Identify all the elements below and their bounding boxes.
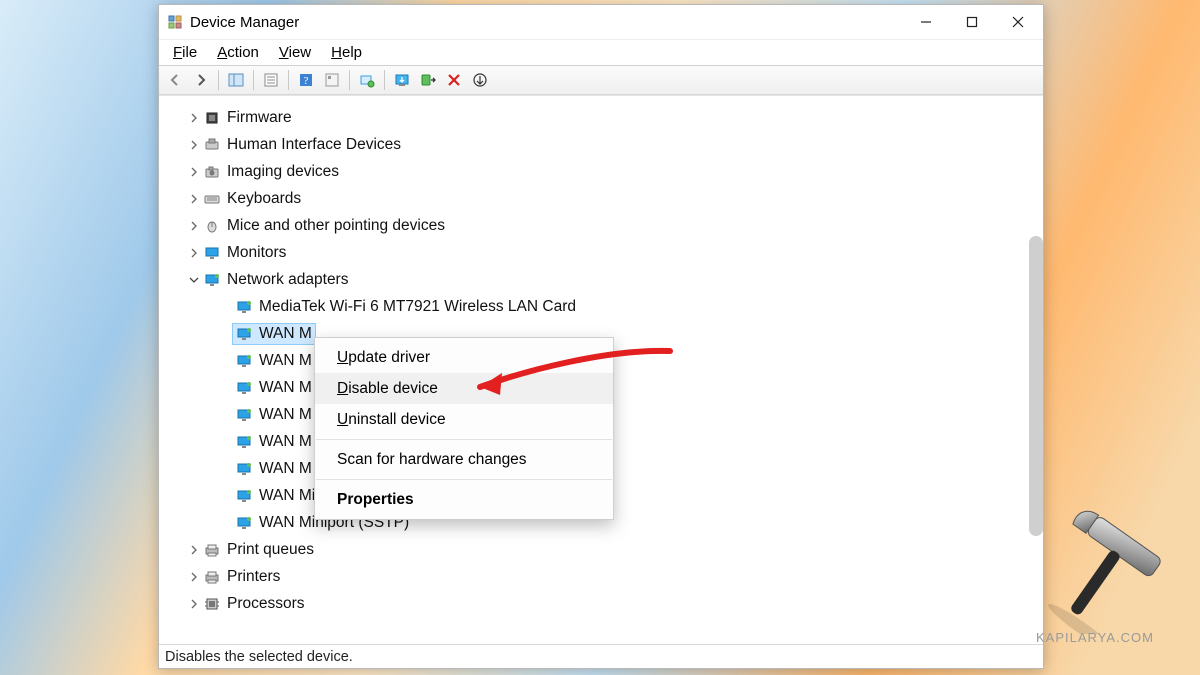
toolbar-separator [384, 70, 385, 90]
tree-label: Firmware [227, 109, 292, 127]
context-menu-uninstall-device[interactable]: Uninstall device [315, 404, 613, 435]
minimize-button[interactable] [903, 5, 949, 39]
tree-label: WAN M [259, 325, 312, 343]
context-menu-update-driver[interactable]: Update driver [315, 342, 613, 373]
tree-category-mice[interactable]: Mice and other pointing devices [163, 212, 1043, 239]
menu-view[interactable]: View [269, 42, 321, 63]
chevron-right-icon[interactable] [187, 138, 201, 152]
mouse-icon [203, 217, 221, 235]
toolbar-separator [253, 70, 254, 90]
menu-help[interactable]: Help [321, 42, 372, 63]
tree-category-hid[interactable]: Human Interface Devices [163, 131, 1043, 158]
tree-category-printers[interactable]: Printers [163, 563, 1043, 590]
tree-category-network-adapters[interactable]: Network adapters [163, 266, 1043, 293]
toolbar-properties-button[interactable] [259, 68, 283, 92]
network-adapter-icon [235, 352, 253, 370]
tree-label: WAN M [259, 379, 312, 397]
tree-label: Monitors [227, 244, 286, 262]
window-title: Device Manager [190, 14, 903, 31]
menubar: File Action View Help [159, 39, 1043, 65]
network-adapter-icon [235, 487, 253, 505]
menu-action[interactable]: Action [207, 42, 269, 63]
toolbar-separator [288, 70, 289, 90]
vertical-scrollbar[interactable] [1029, 236, 1043, 536]
toolbar-separator [218, 70, 219, 90]
context-menu-scan-hardware[interactable]: Scan for hardware changes [315, 444, 613, 475]
toolbar-update-driver-button[interactable] [390, 68, 414, 92]
network-adapter-icon [235, 460, 253, 478]
chevron-right-icon[interactable] [187, 570, 201, 584]
tree-label: MediaTek Wi-Fi 6 MT7921 Wireless LAN Car… [259, 298, 576, 316]
tree-category-monitors[interactable]: Monitors [163, 239, 1043, 266]
toolbar-show-hide-tree-button[interactable] [224, 68, 248, 92]
network-adapter-icon [235, 433, 253, 451]
tree-category-firmware[interactable]: Firmware [163, 104, 1043, 131]
maximize-button[interactable] [949, 5, 995, 39]
chevron-right-icon[interactable] [187, 246, 201, 260]
toolbar: ? [159, 65, 1043, 95]
chevron-right-icon[interactable] [187, 219, 201, 233]
chevron-right-icon[interactable] [187, 543, 201, 557]
toolbar-back-button[interactable] [163, 68, 187, 92]
titlebar: Device Manager [159, 5, 1043, 39]
chevron-right-icon[interactable] [187, 597, 201, 611]
hid-icon [203, 136, 221, 154]
tree-label: WAN M [259, 406, 312, 424]
tree-category-processors[interactable]: Processors [163, 590, 1043, 617]
printer-icon [203, 541, 221, 559]
context-menu-separator [316, 439, 612, 440]
toolbar-help-button[interactable]: ? [294, 68, 318, 92]
close-button[interactable] [995, 5, 1041, 39]
toolbar-separator [349, 70, 350, 90]
toolbar-enable-device-button[interactable] [416, 68, 440, 92]
tree-label: Print queues [227, 541, 314, 559]
camera-icon [203, 163, 221, 181]
menu-file[interactable]: File [163, 42, 207, 63]
tree-label: Printers [227, 568, 280, 586]
toolbar-forward-button[interactable] [189, 68, 213, 92]
chevron-right-icon[interactable] [187, 165, 201, 179]
network-adapter-icon [235, 298, 253, 316]
context-menu-disable-device[interactable]: Disable device [315, 373, 613, 404]
tree-label: WAN M [259, 460, 312, 478]
tree-label: Network adapters [227, 271, 348, 289]
network-adapter-icon [235, 514, 253, 532]
tree-category-print-queues[interactable]: Print queues [163, 536, 1043, 563]
network-adapter-icon [203, 271, 221, 289]
statusbar-text: Disables the selected device. [165, 649, 353, 665]
tree-category-imaging[interactable]: Imaging devices [163, 158, 1043, 185]
tree-label: WAN M [259, 433, 312, 451]
printer-icon [203, 568, 221, 586]
statusbar: Disables the selected device. [159, 644, 1043, 668]
tree-label: WAN M [259, 352, 312, 370]
network-adapter-icon [235, 406, 253, 424]
keyboard-icon [203, 190, 221, 208]
cpu-icon [203, 595, 221, 613]
tree-label: Processors [227, 595, 305, 613]
context-menu: Update driver Disable device Uninstall d… [314, 337, 614, 520]
network-adapter-icon [235, 325, 253, 343]
chevron-down-icon[interactable] [187, 273, 201, 287]
tree-label: Human Interface Devices [227, 136, 401, 154]
device-manager-app-icon [167, 14, 183, 30]
toolbar-scan-hardware-button[interactable] [355, 68, 379, 92]
monitor-icon [203, 244, 221, 262]
context-menu-properties[interactable]: Properties [315, 484, 613, 515]
tree-item-mediatek[interactable]: MediaTek Wi-Fi 6 MT7921 Wireless LAN Car… [163, 293, 1043, 320]
tree-label: Imaging devices [227, 163, 339, 181]
context-menu-separator [316, 479, 612, 480]
chevron-right-icon[interactable] [187, 192, 201, 206]
network-adapter-icon [235, 379, 253, 397]
toolbar-action-button[interactable] [320, 68, 344, 92]
tree-label: Keyboards [227, 190, 301, 208]
tree-label: Mice and other pointing devices [227, 217, 445, 235]
svg-text:?: ? [304, 75, 309, 87]
window-controls [903, 5, 1041, 39]
toolbar-disable-device-button[interactable] [468, 68, 492, 92]
toolbar-uninstall-device-button[interactable] [442, 68, 466, 92]
firmware-icon [203, 109, 221, 127]
tree-category-keyboards[interactable]: Keyboards [163, 185, 1043, 212]
chevron-right-icon[interactable] [187, 111, 201, 125]
